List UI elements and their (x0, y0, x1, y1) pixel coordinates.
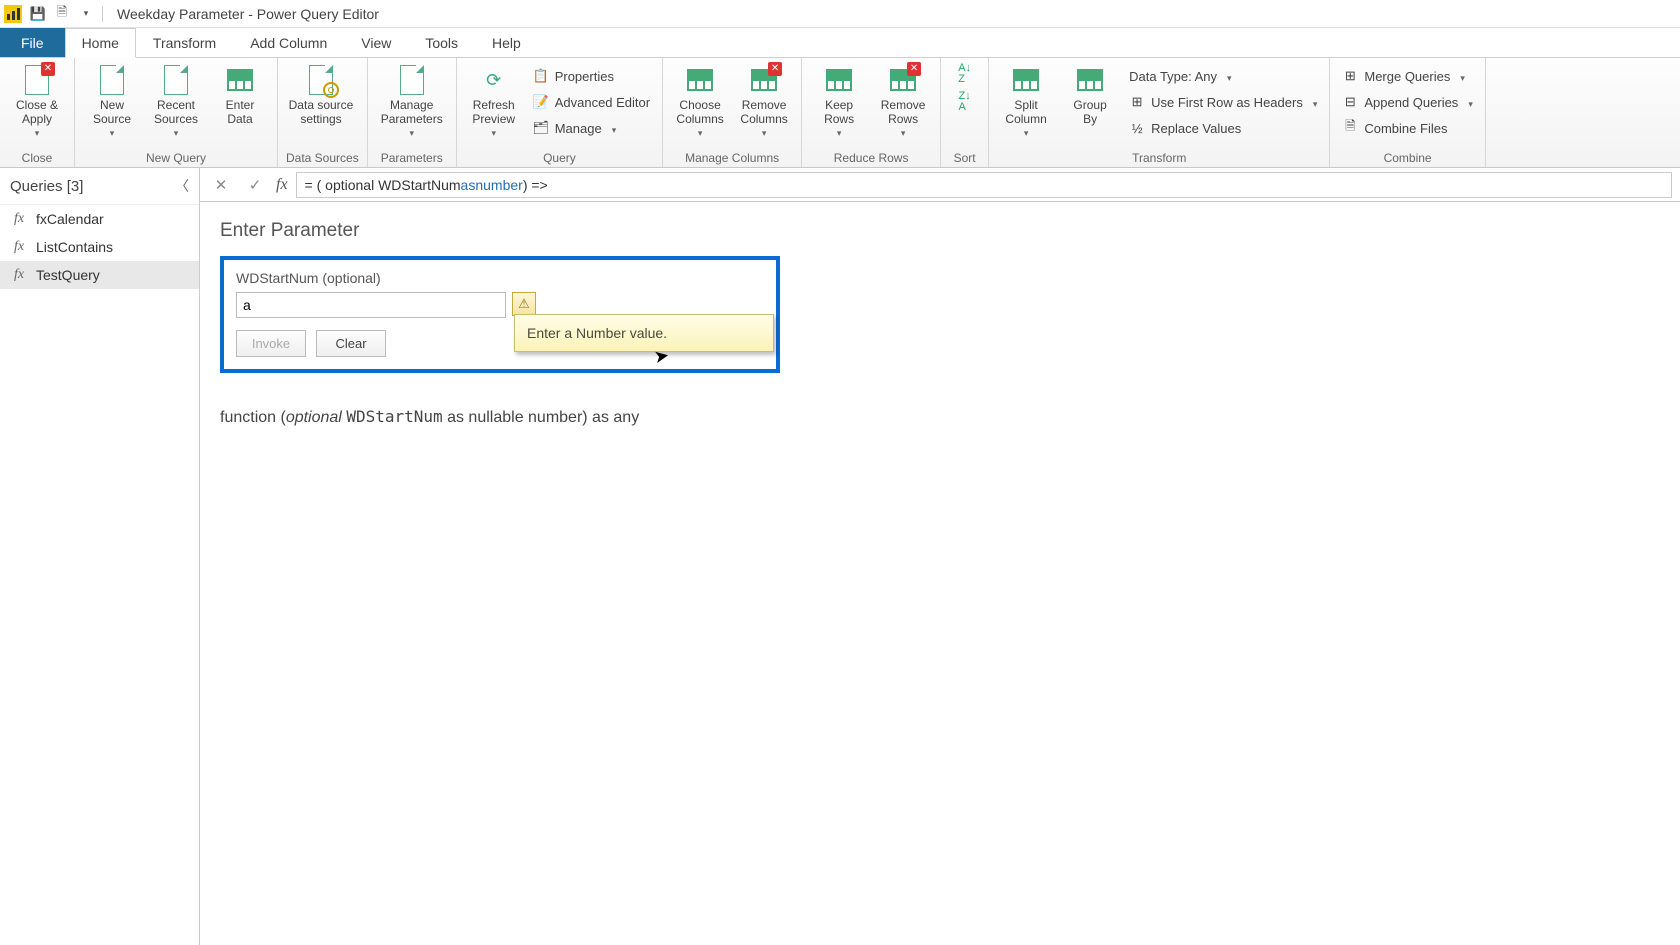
ribbon-group-datasources: Data source settings Data Sources (278, 58, 368, 167)
ribbon-group-reducerows: Keep Rows ✕ Remove Rows Reduce Rows (802, 58, 941, 167)
function-signature: function (optional WDStartNum as nullabl… (220, 407, 1660, 427)
ribbon-group-sort: A↓Z Z↓A Sort (941, 58, 989, 167)
tab-add-column[interactable]: Add Column (233, 28, 344, 57)
warning-icon[interactable]: ⚠ (512, 292, 536, 316)
formula-keyword: as (461, 177, 476, 193)
replace-values-button[interactable]: ½Replace Values (1125, 116, 1321, 140)
group-label-combine: Combine (1338, 149, 1476, 165)
invoke-button[interactable]: Invoke (236, 330, 306, 357)
collapse-sidebar-icon[interactable]: 〈 (175, 176, 189, 196)
refresh-preview-button[interactable]: ⟳ Refresh Preview (465, 62, 523, 138)
formula-text: ) => (523, 177, 548, 193)
ribbon-tabs: File Home Transform Add Column View Tool… (0, 28, 1680, 58)
keep-rows-button[interactable]: Keep Rows (810, 62, 868, 138)
remove-columns-button[interactable]: ✕ Remove Columns (735, 62, 793, 138)
window-title: Weekday Parameter - Power Query Editor (117, 6, 379, 22)
clear-button[interactable]: Clear (316, 330, 386, 357)
split-column-button[interactable]: Split Column (997, 62, 1055, 138)
ribbon: ✕ Close & Apply Close New Source Recent … (0, 58, 1680, 168)
queries-header-label: Queries [3] (10, 178, 83, 195)
group-by-button[interactable]: Group By (1061, 62, 1119, 127)
remove-rows-button[interactable]: ✕ Remove Rows (874, 62, 932, 138)
formula-bar: ✕ ✓ fx = ( optional WDStartNum as number… (200, 168, 1680, 202)
properties-button[interactable]: 📋Properties (529, 64, 654, 88)
title-bar: 💾 🗎 ▾ Weekday Parameter - Power Query Ed… (0, 0, 1680, 28)
enter-data-button[interactable]: Enter Data (211, 62, 269, 127)
content-area: ✕ ✓ fx = ( optional WDStartNum as number… (200, 168, 1680, 945)
combine-files-button[interactable]: 🗎Combine Files (1338, 116, 1476, 140)
tab-help[interactable]: Help (475, 28, 538, 57)
separator (102, 6, 103, 22)
group-label-close: Close (8, 149, 66, 165)
data-type-button[interactable]: Data Type: Any (1125, 64, 1321, 88)
close-apply-label: Close & Apply (16, 99, 58, 127)
ribbon-group-managecols: Choose Columns ✕ Remove Columns Manage C… (663, 58, 802, 167)
cancel-formula-icon[interactable]: ✕ (208, 172, 234, 198)
qat-dropdown-icon[interactable]: ▾ (75, 3, 97, 25)
queries-sidebar: Queries [3] 〈 fx fxCalendar fx ListConta… (0, 168, 200, 945)
group-label-transform: Transform (997, 149, 1321, 165)
merge-queries-button[interactable]: ⊞Merge Queries (1338, 64, 1476, 88)
parameter-input[interactable] (236, 292, 506, 318)
formula-text: = ( optional WDStartNum (305, 177, 461, 193)
advanced-editor-button[interactable]: 📝Advanced Editor (529, 90, 654, 114)
manage-button[interactable]: 🗂Manage (529, 116, 654, 140)
ribbon-group-close: ✕ Close & Apply Close (0, 58, 75, 167)
fx-icon: fx (10, 239, 28, 255)
close-apply-button[interactable]: ✕ Close & Apply (8, 62, 66, 138)
group-label-datasources: Data Sources (286, 149, 359, 165)
group-label-query: Query (465, 149, 654, 165)
enter-parameter-title: Enter Parameter (220, 220, 1660, 242)
append-queries-button[interactable]: ⊟Append Queries (1338, 90, 1476, 114)
fx-label-icon: fx (276, 176, 288, 194)
tab-file[interactable]: File (0, 28, 65, 57)
ribbon-group-parameters: Manage Parameters Parameters (368, 58, 457, 167)
query-item-testquery[interactable]: fx TestQuery (0, 261, 199, 289)
query-item-label: fxCalendar (36, 211, 104, 227)
ribbon-group-query: ⟳ Refresh Preview 📋Properties 📝Advanced … (457, 58, 663, 167)
parameter-box: WDStartNum (optional) ⚠ Enter a Number v… (220, 256, 780, 373)
main-area: Queries [3] 〈 fx fxCalendar fx ListConta… (0, 168, 1680, 945)
tab-tools[interactable]: Tools (408, 28, 475, 57)
sort-desc-button[interactable]: Z↓A (949, 90, 980, 114)
group-label-sort: Sort (949, 149, 980, 165)
data-source-settings-button[interactable]: Data source settings (286, 62, 356, 127)
query-item-label: ListContains (36, 239, 113, 255)
ribbon-group-transform: Split Column Group By Data Type: Any ⊞Us… (989, 58, 1330, 167)
formula-input[interactable]: = ( optional WDStartNum as number ) => (296, 172, 1672, 198)
tab-transform[interactable]: Transform (136, 28, 233, 57)
parameter-label: WDStartNum (optional) (236, 270, 764, 286)
commit-formula-icon[interactable]: ✓ (242, 172, 268, 198)
undo-icon[interactable]: 🗎 (51, 3, 73, 25)
first-row-headers-button[interactable]: ⊞Use First Row as Headers (1125, 90, 1321, 114)
fx-icon: fx (10, 267, 28, 283)
choose-columns-button[interactable]: Choose Columns (671, 62, 729, 138)
group-label-managecols: Manage Columns (671, 149, 793, 165)
canvas: Enter Parameter WDStartNum (optional) ⚠ … (200, 202, 1680, 945)
ribbon-group-newquery: New Source Recent Sources Enter Data New… (75, 58, 278, 167)
app-icon (4, 5, 22, 23)
queries-header: Queries [3] 〈 (0, 168, 199, 205)
validation-tooltip: Enter a Number value. (514, 314, 774, 352)
group-label-parameters: Parameters (376, 149, 448, 165)
manage-parameters-button[interactable]: Manage Parameters (376, 62, 448, 138)
tab-home[interactable]: Home (65, 28, 136, 58)
ribbon-group-combine: ⊞Merge Queries ⊟Append Queries 🗎Combine … (1330, 58, 1485, 167)
query-item-label: TestQuery (36, 267, 100, 283)
group-label-reducerows: Reduce Rows (810, 149, 932, 165)
formula-keyword: number (475, 177, 522, 193)
new-source-button[interactable]: New Source (83, 62, 141, 138)
save-icon[interactable]: 💾 (27, 3, 49, 25)
group-label-newquery: New Query (83, 149, 269, 165)
recent-sources-button[interactable]: Recent Sources (147, 62, 205, 138)
query-item-listcontains[interactable]: fx ListContains (0, 233, 199, 261)
tab-view[interactable]: View (344, 28, 408, 57)
sort-asc-button[interactable]: A↓Z (949, 62, 980, 86)
fx-icon: fx (10, 211, 28, 227)
query-item-fxcalendar[interactable]: fx fxCalendar (0, 205, 199, 233)
